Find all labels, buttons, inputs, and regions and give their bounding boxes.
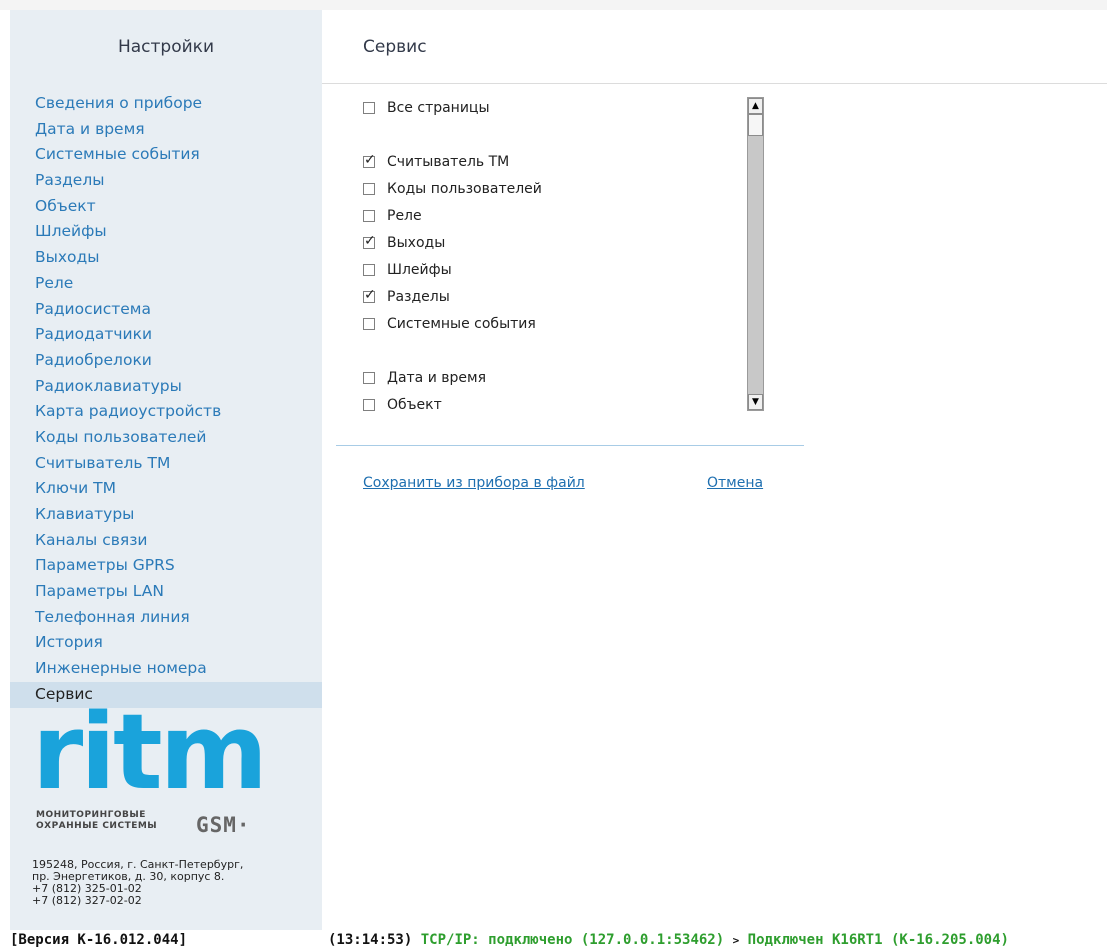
sidebar-item-tm-reader[interactable]: Считыватель ТМ	[10, 451, 322, 477]
checkbox[interactable]: ✓	[363, 152, 376, 168]
checkbox-row[interactable]: ✓ Разделы	[363, 286, 450, 308]
sidebar-item-radio-keyfobs[interactable]: Радиобрелоки	[10, 348, 322, 374]
logo-subtitle-line1: МОНИТОРИНГОВЫЕ	[36, 810, 146, 820]
logo-wordmark: ritm	[32, 691, 268, 813]
tcp-status: TCP/IP: подключено (127.0.0.1:53462)	[420, 932, 725, 948]
scroll-down-button[interactable]: ▼	[748, 394, 763, 410]
checkbox-label: Выходы	[387, 235, 446, 251]
status-time: (13:14:53)	[328, 932, 413, 948]
logo-subtitle-line2: ОХРАННЫЕ СИСТЕМЫ	[36, 821, 158, 831]
sidebar-item-phone-line[interactable]: Телефонная линия	[10, 605, 322, 631]
top-strip	[0, 0, 1107, 10]
checkmark-icon: ✓	[364, 287, 376, 303]
sidebar-item-keypads[interactable]: Клавиатуры	[10, 502, 322, 528]
sidebar-nav: Сведения о приборе Дата и время Системные …	[10, 91, 322, 708]
sidebar-item-radio-sensors[interactable]: Радиодатчики	[10, 322, 322, 348]
save-to-file-link[interactable]: Сохранить из прибора в файл	[363, 475, 585, 491]
device-status: Подключен K16RT1 (К-16.205.004)	[747, 932, 1009, 948]
sidebar-item-lan[interactable]: Параметры LAN	[10, 579, 322, 605]
checkbox-label: Разделы	[387, 289, 450, 305]
checklist-scrollbar[interactable]: ▲ ▼	[747, 97, 764, 411]
scroll-up-button[interactable]: ▲	[748, 98, 763, 114]
checkbox[interactable]: ✓	[363, 287, 376, 303]
sidebar-item-system-events[interactable]: Системные события	[10, 142, 322, 168]
checkbox[interactable]: ✓	[363, 233, 376, 249]
checkbox-row[interactable]: ✓ Считыватель ТМ	[363, 151, 509, 173]
sidebar: Настройки Сведения о приборе Дата и время…	[10, 10, 322, 930]
checkmark-icon: ✓	[364, 152, 376, 168]
page-title: Сервис	[363, 37, 427, 57]
sidebar-item-gprs[interactable]: Параметры GPRS	[10, 553, 322, 579]
connection-status: (13:14:53) TCP/IP: подключено (127.0.0.1…	[328, 930, 1009, 950]
checkbox-label: Коды пользователей	[387, 181, 542, 197]
checkbox-row[interactable]: ✓ Выходы	[363, 232, 445, 254]
sidebar-item-user-codes[interactable]: Коды пользователей	[10, 425, 322, 451]
logo-gsm: GSM·	[196, 813, 251, 837]
checkbox-row[interactable]: Шлейфы	[363, 259, 452, 281]
checkbox-row[interactable]: Системные события	[363, 313, 536, 335]
sidebar-item-engineer-numbers[interactable]: Инженерные номера	[10, 656, 322, 682]
phone-line: +7 (812) 327-02-02	[32, 894, 142, 907]
checkbox-label: Шлейфы	[387, 262, 452, 278]
form-divider	[336, 445, 804, 446]
checkbox-label: Системные события	[387, 316, 536, 332]
sidebar-item-object[interactable]: Объект	[10, 194, 322, 220]
checkbox[interactable]	[363, 372, 375, 384]
checkbox-label: Считыватель ТМ	[387, 154, 510, 170]
checkbox-row[interactable]: Все страницы	[363, 97, 490, 119]
checkbox-label: Реле	[387, 208, 422, 224]
checkmark-icon: ✓	[364, 233, 376, 249]
sidebar-item-device-info[interactable]: Сведения о приборе	[10, 91, 322, 117]
checkbox-row[interactable]: Коды пользователей	[363, 178, 542, 200]
checkbox-label: Объект	[387, 397, 442, 413]
cancel-link[interactable]: Отмена	[707, 475, 763, 491]
checkbox[interactable]	[363, 102, 375, 114]
checkbox-label: Дата и время	[387, 370, 486, 386]
scroll-thumb[interactable]	[748, 114, 763, 136]
sidebar-item-radio-map[interactable]: Карта радиоустройств	[10, 399, 322, 425]
status-bar: [Версия К-16.012.044] (13:14:53) TCP/IP:…	[10, 930, 1107, 950]
status-arrow: >	[732, 934, 740, 947]
checkbox-row[interactable]: Реле	[363, 205, 422, 227]
checkbox[interactable]	[363, 318, 375, 330]
sidebar-item-tm-keys[interactable]: Ключи ТМ	[10, 476, 322, 502]
checkbox-label: Все страницы	[387, 100, 490, 116]
sidebar-item-date-time[interactable]: Дата и время	[10, 117, 322, 143]
company-address: 195248, Россия, г. Санкт-Петербург, пр. …	[32, 859, 243, 907]
checkbox[interactable]	[363, 183, 375, 195]
sidebar-item-outputs[interactable]: Выходы	[10, 245, 322, 271]
sidebar-item-channels[interactable]: Каналы связи	[10, 528, 322, 554]
sidebar-item-partitions[interactable]: Разделы	[10, 168, 322, 194]
ritm-logo: ritm МОНИТОРИНГОВЫЕ ОХРАННЫЕ СИСТЕМЫ GSM…	[30, 700, 310, 850]
checkbox[interactable]	[363, 210, 375, 222]
sidebar-item-history[interactable]: История	[10, 630, 322, 656]
checkbox-row[interactable]: Объект	[363, 394, 442, 416]
sidebar-item-relay[interactable]: Реле	[10, 271, 322, 297]
title-divider	[322, 83, 1107, 84]
sidebar-item-radio-keypads[interactable]: Радиоклавиатуры	[10, 374, 322, 400]
logo-subtitle: МОНИТОРИНГОВЫЕ ОХРАННЫЕ СИСТЕМЫ	[36, 810, 157, 832]
checkbox[interactable]	[363, 264, 375, 276]
checkbox[interactable]	[363, 399, 375, 411]
checkbox-row[interactable]: Дата и время	[363, 367, 486, 389]
version-label: [Версия К-16.012.044]	[10, 932, 188, 948]
sidebar-title: Настройки	[117, 37, 214, 57]
sidebar-item-loops[interactable]: Шлейфы	[10, 219, 322, 245]
sidebar-item-radio-system[interactable]: Радиосистема	[10, 297, 322, 323]
